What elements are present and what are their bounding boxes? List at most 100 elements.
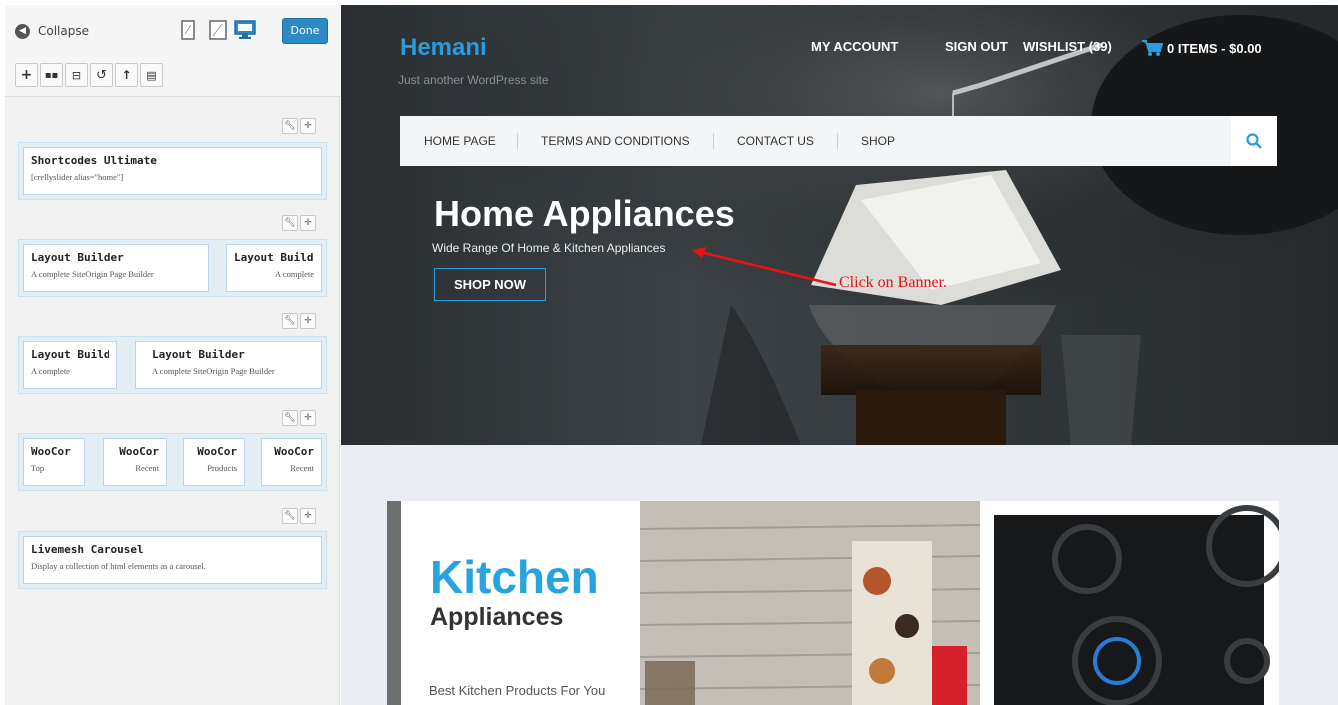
annotation-arrow-icon <box>692 247 837 287</box>
history-button[interactable]: ↺ <box>90 63 113 87</box>
site-preview: Hemani Just another WordPress site MY AC… <box>341 5 1338 705</box>
my-account-link[interactable]: MY ACCOUNT <box>811 39 898 54</box>
widget-card[interactable]: WooCor Recent <box>261 438 322 486</box>
wishlist-link[interactable]: WISHLIST (39) <box>1023 39 1112 54</box>
builder-tools: + ▪▪ ⊟ ↺ ↑ ▤ <box>15 63 163 87</box>
menu-divider <box>713 133 714 149</box>
row-controls: 🔧︎ ✛ <box>282 508 316 524</box>
widget-description: A complete <box>31 366 70 376</box>
cart-link[interactable]: 0 ITEMS - $0.00 <box>1141 39 1262 57</box>
widget-title: Livemesh Carousel <box>31 543 144 556</box>
live-editor-button[interactable]: ▤ <box>140 63 163 87</box>
row-controls: 🔧︎ ✛ <box>282 215 316 231</box>
done-button[interactable]: Done <box>282 18 328 44</box>
layout-icon: ⊟ <box>71 68 82 82</box>
widget-card[interactable]: Layout Builder A complete SiteOrigin Pag… <box>135 341 322 389</box>
hero-subtitle: Wide Range Of Home & Kitchen Appliances <box>432 241 666 255</box>
widget-card[interactable]: Shortcodes Ultimate [crellyslider alias=… <box>23 147 322 195</box>
widget-card[interactable]: Layout Builder A complete SiteOrigin Pag… <box>23 244 209 292</box>
widget-description: A complete <box>275 269 314 279</box>
cart-summary: 0 ITEMS - $0.00 <box>1167 40 1262 56</box>
tablet-device-icon[interactable] <box>209 20 227 40</box>
promo-subtitle: Appliances <box>430 603 564 631</box>
wrench-icon[interactable]: 🔧︎ <box>282 508 298 524</box>
widget-description: [crellyslider alias="home"] <box>31 172 124 182</box>
widget-title: Shortcodes Ultimate <box>31 154 157 167</box>
arrow-up-icon: ↑ <box>121 68 132 82</box>
row-controls: 🔧︎ ✛ <box>282 313 316 329</box>
widget-card[interactable]: Livemesh Carousel Display a collection o… <box>23 536 322 584</box>
move-icon[interactable]: ✛ <box>300 118 316 134</box>
widget-title: Layout Builder <box>31 251 124 264</box>
widget-card[interactable]: Layout Builde A complete <box>226 244 322 292</box>
widget-card[interactable]: WooCor Top <box>23 438 85 486</box>
shop-now-button[interactable]: SHOP NOW <box>434 268 546 301</box>
promo-description: Best Kitchen Products For You <box>429 683 606 698</box>
builder-row: Layout Builde A complete Layout Builder … <box>18 336 327 394</box>
search-icon <box>1246 133 1262 149</box>
hero-banner[interactable]: Hemani Just another WordPress site MY AC… <box>341 5 1338 445</box>
desktop-device-icon[interactable] <box>234 20 256 40</box>
site-tagline: Just another WordPress site <box>398 73 549 87</box>
sign-out-link[interactable]: SIGN OUT <box>945 39 1008 54</box>
film-icon: ▤ <box>146 68 157 82</box>
builder-row: Layout Builder A complete SiteOrigin Pag… <box>18 239 327 297</box>
collapse-label: Collapse <box>38 24 89 38</box>
page-builder-panel: ◀ Collapse Done + ▪▪ ⊟ ↺ ↑ ▤ 🔧︎ ✛ Shortc… <box>5 5 340 705</box>
widget-card[interactable]: WooCor Recent <box>103 438 167 486</box>
wrench-icon[interactable]: 🔧︎ <box>282 313 298 329</box>
prebuilt-layouts-button[interactable]: ⊟ <box>65 63 88 87</box>
widget-description: Recent <box>135 463 159 473</box>
hero-title: Home Appliances <box>434 193 735 234</box>
builder-row: Shortcodes Ultimate [crellyslider alias=… <box>18 142 327 200</box>
widget-title: Layout Builder <box>152 348 245 361</box>
collapse-arrow-icon: ◀ <box>15 23 30 39</box>
mobile-device-icon[interactable] <box>181 20 195 40</box>
move-icon[interactable]: ✛ <box>300 508 316 524</box>
add-widget-button[interactable]: + <box>15 63 38 87</box>
builder-row: Livemesh Carousel Display a collection o… <box>18 531 327 589</box>
annotation-text: Click on Banner. <box>839 274 947 291</box>
collapse-button[interactable]: ◀ Collapse <box>15 21 89 41</box>
screen: ◀ Collapse Done + ▪▪ ⊟ ↺ ↑ ▤ 🔧︎ ✛ Shortc… <box>0 0 1338 705</box>
move-up-button[interactable]: ↑ <box>115 63 138 87</box>
widget-description: Products <box>207 463 237 473</box>
builder-toolbar-area: ◀ Collapse Done + ▪▪ ⊟ ↺ ↑ ▤ <box>5 5 340 97</box>
undo-icon: ↺ <box>96 67 107 83</box>
wrench-icon[interactable]: 🔧︎ <box>282 410 298 426</box>
plus-icon: + <box>20 67 33 83</box>
widget-card[interactable]: Layout Builde A complete <box>23 341 117 389</box>
menu-item-home-page[interactable]: HOME PAGE <box>424 134 496 148</box>
site-logo[interactable]: Hemani <box>400 34 487 62</box>
menu-item-shop[interactable]: SHOP <box>861 134 895 148</box>
widget-description: Recent <box>290 463 314 473</box>
widget-title: WooCor <box>274 445 314 458</box>
move-icon[interactable]: ✛ <box>300 313 316 329</box>
move-icon[interactable]: ✛ <box>300 215 316 231</box>
widget-description: A complete SiteOrigin Page Builder <box>152 366 275 376</box>
widget-card[interactable]: WooCor Products <box>183 438 245 486</box>
grid-icon: ▪▪ <box>44 69 59 81</box>
main-menu: HOME PAGE TERMS AND CONDITIONS CONTACT U… <box>400 116 1277 166</box>
widget-title: WooCor <box>31 445 71 458</box>
widget-description: Display a collection of html elements as… <box>31 561 206 571</box>
widget-description: Top <box>31 463 45 473</box>
widget-description: A complete SiteOrigin Page Builder <box>31 269 154 279</box>
menu-item-terms[interactable]: TERMS AND CONDITIONS <box>541 134 690 148</box>
row-controls: 🔧︎ ✛ <box>282 410 316 426</box>
add-row-button[interactable]: ▪▪ <box>40 63 63 87</box>
widget-title: Layout Builde <box>234 251 314 264</box>
move-icon[interactable]: ✛ <box>300 410 316 426</box>
search-button[interactable] <box>1231 116 1277 166</box>
widget-title: WooCor <box>119 445 159 458</box>
promo-title: Kitchen <box>430 551 599 603</box>
row-controls: 🔧︎ ✛ <box>282 118 316 134</box>
menu-item-contact[interactable]: CONTACT US <box>737 134 814 148</box>
menu-divider <box>517 133 518 149</box>
wrench-icon[interactable]: 🔧︎ <box>282 215 298 231</box>
widget-title: Layout Builde <box>31 348 109 361</box>
builder-row: WooCor Top WooCor Recent WooCor Products… <box>18 433 327 491</box>
widget-title: WooCor <box>197 445 237 458</box>
wrench-icon[interactable]: 🔧︎ <box>282 118 298 134</box>
menu-divider <box>837 133 838 149</box>
